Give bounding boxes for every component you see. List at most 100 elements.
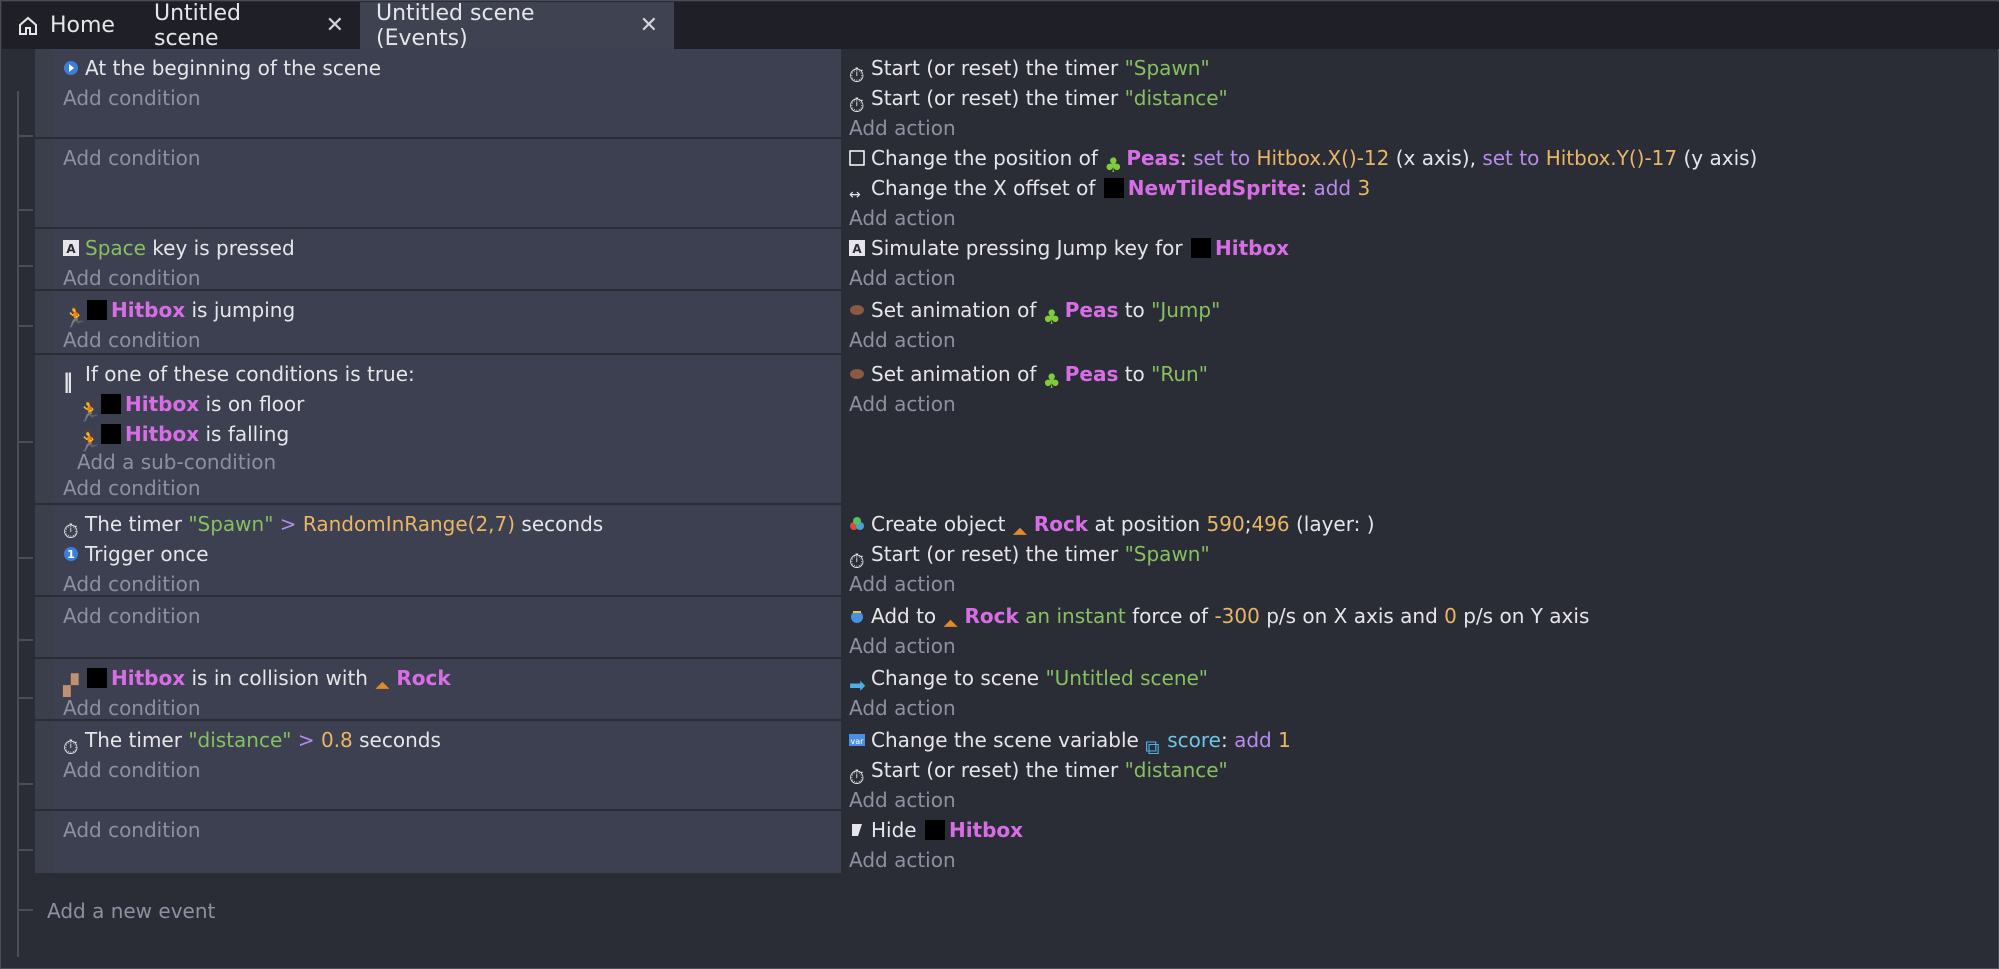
action[interactable]: Add to ⏶ Rock an instant force of -300 p… bbox=[849, 601, 1988, 635]
event-row[interactable]: ‖ If one of these conditions is true: 🏃 … bbox=[35, 355, 1996, 503]
action[interactable]: Change the position of ♣ Peas : set to H… bbox=[849, 143, 1988, 177]
event-row[interactable]: At the beginning of the scene Add condit… bbox=[35, 49, 1996, 140]
event-gutter[interactable] bbox=[35, 139, 53, 227]
action[interactable]: ⏱ Start (or reset) the timer "Spawn" bbox=[849, 539, 1988, 573]
action-text: to bbox=[1118, 298, 1152, 322]
timer-icon: ⏱ bbox=[63, 519, 79, 543]
action[interactable]: Create object ⏶ Rock at position 590 ; 4… bbox=[849, 509, 1988, 543]
add-condition-button[interactable]: Add condition bbox=[63, 815, 833, 845]
conditions-panel[interactable]: Add condition bbox=[53, 139, 841, 227]
condition-text: key is pressed bbox=[145, 236, 295, 260]
action[interactable]: Hide Hitbox bbox=[849, 815, 1988, 845]
action[interactable]: Set animation of ♣ Peas to "Jump" bbox=[849, 295, 1988, 329]
add-action-button[interactable]: Add action bbox=[849, 631, 1988, 661]
actions-panel[interactable]: Add to ⏶ Rock an instant force of -300 p… bbox=[841, 597, 1996, 658]
add-condition-button[interactable]: Add condition bbox=[63, 325, 833, 355]
condition[interactable]: ⏱ The timer "distance" > 0.8 seconds bbox=[63, 725, 833, 759]
svg-text:var: var bbox=[851, 737, 865, 746]
event-gutter[interactable] bbox=[35, 355, 53, 503]
conditions-panel[interactable]: ▞ Hitbox is in collision with ⏶ Rock Add… bbox=[53, 659, 841, 720]
conditions-panel[interactable]: 🏃 Hitbox is jumping Add condition bbox=[53, 291, 841, 353]
event-row[interactable]: ⏱ The timer "Spawn" > RandomInRange(2,7)… bbox=[35, 505, 1996, 596]
event-row[interactable]: 🏃 Hitbox is jumping Add condition Set an… bbox=[35, 291, 1996, 353]
event-gutter[interactable] bbox=[35, 811, 53, 873]
add-sub-condition-button[interactable]: Add a sub-condition bbox=[63, 449, 833, 475]
conditions-panel[interactable]: ⏱ The timer "distance" > 0.8 seconds Add… bbox=[53, 721, 841, 809]
event-row[interactable]: Add condition Hide Hitbox Add action bbox=[35, 811, 1996, 873]
action[interactable]: A Simulate pressing Jump key for Hitbox bbox=[849, 233, 1988, 263]
add-condition-button[interactable]: Add condition bbox=[63, 569, 833, 599]
object-thumbnail bbox=[1103, 178, 1124, 198]
event-gutter[interactable] bbox=[35, 291, 53, 353]
event-gutter[interactable] bbox=[35, 505, 53, 595]
event-row[interactable]: ▞ Hitbox is in collision with ⏶ Rock Add… bbox=[35, 659, 1996, 720]
object-name: NewTiledSprite bbox=[1127, 176, 1301, 200]
conditions-panel[interactable]: ‖ If one of these conditions is true: 🏃 … bbox=[53, 355, 841, 503]
condition[interactable]: ⏱ The timer "Spawn" > RandomInRange(2,7)… bbox=[63, 509, 833, 543]
tab-untitled-scene[interactable]: Untitled scene ✕ bbox=[138, 1, 360, 51]
add-action-button[interactable]: Add action bbox=[849, 263, 1988, 293]
actions-panel[interactable]: Set animation of ♣ Peas to "Run" Add act… bbox=[841, 355, 1996, 503]
action[interactable]: var Change the scene variable ⧉ score : … bbox=[849, 725, 1988, 759]
condition[interactable]: 🏃 Hitbox is jumping bbox=[63, 295, 833, 329]
actions-panel[interactable]: Set animation of ♣ Peas to "Jump" Add ac… bbox=[841, 291, 1996, 353]
tab-untitled-scene-events[interactable]: Untitled scene (Events) ✕ bbox=[360, 1, 674, 51]
sub-condition[interactable]: 🏃 Hitbox is on floor bbox=[63, 389, 833, 423]
condition[interactable]: At the beginning of the scene bbox=[63, 53, 833, 83]
add-condition-button[interactable]: Add condition bbox=[63, 601, 833, 631]
add-action-button[interactable]: Add action bbox=[849, 569, 1988, 599]
event-gutter[interactable] bbox=[35, 659, 53, 719]
tree-tick bbox=[17, 135, 33, 137]
animation-icon bbox=[850, 305, 864, 315]
actions-panel[interactable]: Create object ⏶ Rock at position 590 ; 4… bbox=[841, 505, 1996, 596]
actions-panel[interactable]: ⏱ Start (or reset) the timer "Spawn" ⏱ S… bbox=[841, 49, 1996, 140]
actions-panel[interactable]: A Simulate pressing Jump key for Hitbox … bbox=[841, 229, 1996, 290]
add-action-button[interactable]: Add action bbox=[849, 389, 1988, 419]
add-action-button[interactable]: Add action bbox=[849, 693, 1988, 723]
close-icon[interactable]: ✕ bbox=[326, 13, 344, 38]
tab-home[interactable]: Home bbox=[2, 2, 138, 49]
close-icon[interactable]: ✕ bbox=[640, 13, 658, 38]
actions-panel[interactable]: Change the position of ♣ Peas : set to H… bbox=[841, 139, 1996, 230]
condition[interactable]: 1 Trigger once bbox=[63, 539, 833, 569]
add-condition-button[interactable]: Add condition bbox=[63, 143, 833, 173]
actions-panel[interactable]: ➡ Change to scene "Untitled scene" Add a… bbox=[841, 659, 1996, 720]
event-row[interactable]: A Space key is pressed Add condition A S… bbox=[35, 229, 1996, 290]
conditions-panel[interactable]: Add condition bbox=[53, 811, 841, 873]
conditions-panel[interactable]: At the beginning of the scene Add condit… bbox=[53, 49, 841, 137]
conditions-panel[interactable]: A Space key is pressed Add condition bbox=[53, 229, 841, 290]
action[interactable]: ⏱ Start (or reset) the timer "Spawn" bbox=[849, 53, 1988, 87]
event-gutter[interactable] bbox=[35, 597, 53, 657]
action[interactable]: ⏱ Start (or reset) the timer "distance" bbox=[849, 755, 1988, 789]
conditions-panel[interactable]: Add condition bbox=[53, 597, 841, 657]
add-condition-button[interactable]: Add condition bbox=[63, 693, 833, 723]
add-new-event-button[interactable]: Add a new event bbox=[47, 899, 215, 923]
add-condition-button[interactable]: Add condition bbox=[63, 475, 833, 501]
condition[interactable]: ▞ Hitbox is in collision with ⏶ Rock bbox=[63, 663, 833, 697]
event-row[interactable]: Add condition Add to ⏶ Rock an instant f… bbox=[35, 597, 1996, 658]
event-gutter[interactable] bbox=[35, 49, 53, 137]
object-name: Rock bbox=[964, 604, 1019, 628]
conditions-panel[interactable]: ⏱ The timer "Spawn" > RandomInRange(2,7)… bbox=[53, 505, 841, 596]
event-gutter[interactable] bbox=[35, 721, 53, 809]
actions-panel[interactable]: Hide Hitbox Add action bbox=[841, 811, 1996, 873]
condition[interactable]: ‖ If one of these conditions is true: bbox=[63, 359, 833, 393]
peas-sprite-icon: ♣ bbox=[1042, 369, 1061, 393]
condition-text: is in collision with bbox=[185, 666, 375, 690]
event-row[interactable]: ⏱ The timer "distance" > 0.8 seconds Add… bbox=[35, 721, 1996, 812]
action[interactable]: ⏱ Start (or reset) the timer "distance" bbox=[849, 83, 1988, 117]
event-row[interactable]: Add condition Change the position of ♣ P… bbox=[35, 139, 1996, 230]
add-condition-button[interactable]: Add condition bbox=[63, 263, 833, 293]
action[interactable]: ➡ Change to scene "Untitled scene" bbox=[849, 663, 1988, 697]
event-gutter[interactable] bbox=[35, 229, 53, 289]
add-condition-button[interactable]: Add condition bbox=[63, 83, 833, 113]
sub-condition[interactable]: 🏃 Hitbox is falling bbox=[63, 419, 833, 453]
add-condition-button[interactable]: Add condition bbox=[63, 755, 833, 785]
actions-panel[interactable]: var Change the scene variable ⧉ score : … bbox=[841, 721, 1996, 812]
action[interactable]: Set animation of ♣ Peas to "Run" bbox=[849, 359, 1988, 393]
rock-sprite-icon: ⏶ bbox=[1011, 519, 1028, 543]
condition[interactable]: A Space key is pressed bbox=[63, 233, 833, 263]
add-action-button[interactable]: Add action bbox=[849, 325, 1988, 355]
add-action-button[interactable]: Add action bbox=[849, 845, 1988, 875]
action[interactable]: ↔ Change the X offset of NewTiledSprite … bbox=[849, 173, 1988, 203]
